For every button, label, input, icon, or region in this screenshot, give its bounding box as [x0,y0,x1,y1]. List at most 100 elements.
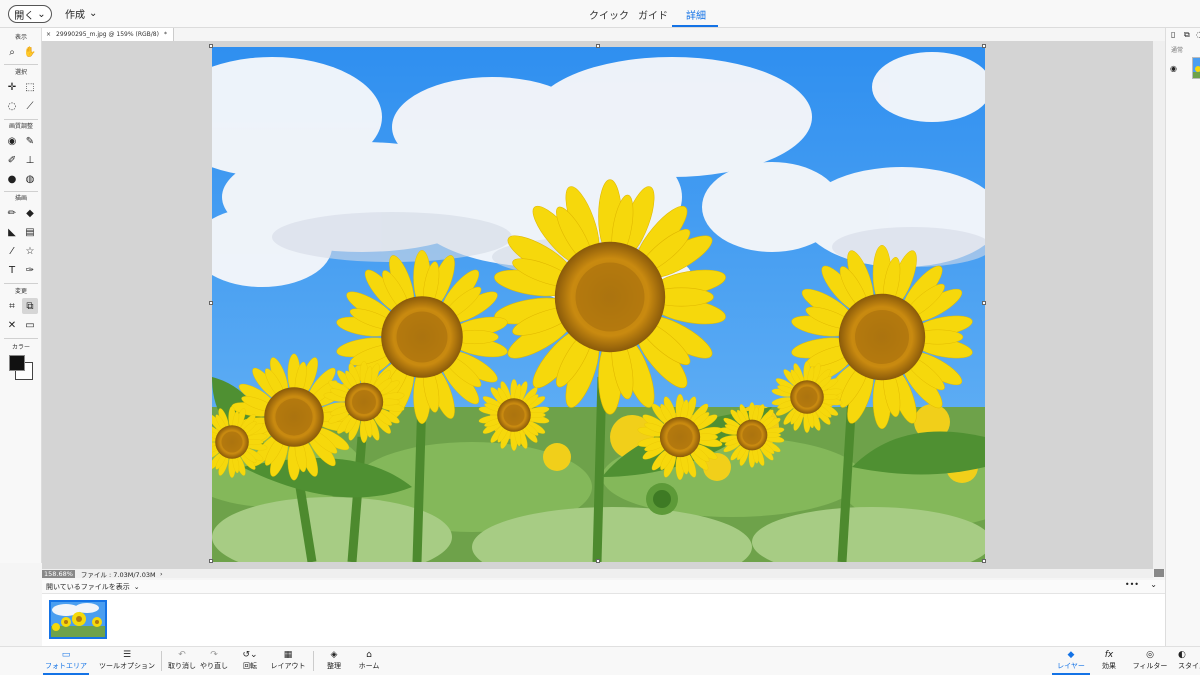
transform-handle[interactable] [982,559,986,563]
styles-icon: ◐ [1178,650,1186,660]
filters-button[interactable]: ◎ フィルター [1130,649,1170,675]
chevron-down-icon[interactable]: ⌄ [134,583,140,591]
chevron-right-icon[interactable]: › [160,570,163,578]
transform-handle[interactable] [982,301,986,305]
organizer-label: 整理 [327,662,341,670]
transform-handle[interactable] [209,559,213,563]
divider [161,651,162,671]
collapse-chevron-icon[interactable]: ⌄ [1150,580,1157,589]
layers-button[interactable]: ◆ レイヤー [1052,649,1090,675]
canvas-area[interactable] [42,41,1153,569]
transform-handle[interactable] [982,44,986,48]
tab-guided[interactable]: ガイド [638,7,668,22]
red-eye-tool-icon[interactable]: ◉ [4,133,20,149]
tab-quick[interactable]: クイック [589,7,629,22]
status-bar: 158.68% ファイル : 7.03M/7.03M › [42,569,1153,579]
blend-mode[interactable]: 通常 [1171,45,1183,54]
duplicate-layer-icon[interactable]: ⧉ [1184,30,1190,40]
open-button[interactable]: 開く ⌄ [8,5,52,23]
blur-tool-icon[interactable]: ● [4,171,20,187]
filters-label: フィルター [1132,662,1168,670]
hand-tool-icon[interactable]: ✋ [22,44,38,60]
redo-icon: ↷ [210,650,218,660]
active-tab-indicator [672,25,718,27]
modified-marker: * [163,31,167,38]
undo-button[interactable]: ↶ 取り消し [166,649,198,675]
photo-bin-button[interactable]: ▭ フォトエリア [43,649,89,675]
clone-stamp-icon[interactable]: ⊥ [22,152,38,168]
more-options-icon[interactable]: ••• [1125,580,1139,589]
gradient-tool-icon[interactable]: ▤ [22,224,38,240]
tool-options-button[interactable]: ☰ ツールオプション [96,649,158,675]
photoshop-elements-window: 開く ⌄ 作成 ⌄ クイック ガイド 詳細 表示 ⌕ ✋ 選択 ✛ ⬚ ◌ ⟋ … [0,0,1200,675]
marquee-tool-icon[interactable]: ⬚ [22,79,38,95]
layer-thumbnail-image [1193,58,1200,78]
foreground-color-swatch[interactable] [9,355,25,371]
photo-bin [42,594,1165,646]
pencil-tool-icon[interactable]: ✑ [22,262,38,278]
lasso-tool-icon[interactable]: ◌ [4,98,20,114]
divider [313,651,314,671]
create-menu[interactable]: 作成 ⌄ [65,6,97,21]
transform-handle[interactable] [209,301,213,305]
section-modify-label: 変更 [14,288,27,295]
styles-button[interactable]: ◐ スタイル [1178,649,1200,675]
show-open-files-label[interactable]: 開いているファイルを表示 [46,582,130,592]
rotate-label: 回転 [243,662,257,670]
transform-handle[interactable] [209,44,213,48]
straighten-tool-icon[interactable]: ▭ [22,317,38,333]
sponge-tool-icon[interactable]: ◍ [22,171,38,187]
eye-visibility-icon[interactable]: ◉ [1170,64,1177,73]
eraser-tool-icon[interactable]: ◆ [22,205,38,221]
vertical-scrollbar[interactable] [1153,41,1165,569]
section-color-label: カラー [11,344,30,351]
transform-handle[interactable] [596,559,600,563]
section-enhance-label: 画質調整 [8,123,33,130]
redo-button[interactable]: ↷ やり直し [198,649,230,675]
zoom-level[interactable]: 158.68% [42,569,75,578]
open-file-thumbnail[interactable] [49,600,107,639]
chevron-down-icon: ⌄ [37,8,46,20]
new-layer-icon[interactable]: ▯ [1171,30,1175,39]
layer-thumbnail[interactable] [1192,57,1200,79]
paint-bucket-icon[interactable]: ◣ [4,224,20,240]
scrollbar-thumb[interactable] [1154,569,1164,577]
photo-bin-label: フォトエリア [45,662,87,670]
tab-expert[interactable]: 詳細 [686,7,706,22]
photo-bin-header: 開いているファイルを表示 ⌄ ••• ⌄ [42,580,1165,594]
zoom-tool-icon[interactable]: ⌕ [4,44,20,60]
top-bar: 開く ⌄ 作成 ⌄ クイック ガイド 詳細 [0,0,1200,28]
content-aware-move-icon[interactable]: ✕ [4,317,20,333]
document-title: 29990295_m.jpg @ 159% (RGB/8) [56,31,159,38]
rotate-icon: ↺⌄ [242,650,258,660]
close-icon[interactable]: × [46,31,51,38]
chevron-down-icon: ⌄ [89,8,98,19]
organizer-button[interactable]: ◈ 整理 [320,649,348,675]
move-tool-icon[interactable]: ✛ [4,79,20,95]
sunflower-photo[interactable] [212,47,985,562]
type-tool-icon[interactable]: T [4,262,20,278]
custom-shape-icon[interactable]: ☆ [22,243,38,259]
eyedropper-icon[interactable]: ⁄ [4,243,20,259]
layer-options-icon[interactable]: ◌ [1196,30,1200,39]
open-label: 開く [14,10,35,22]
effects-button[interactable]: fx 効果 [1096,649,1122,675]
file-info: ファイル : 7.03M/7.03M [80,570,156,579]
home-button[interactable]: ⌂ ホーム [355,649,383,675]
smart-brush-icon[interactable]: ✐ [4,152,20,168]
divider [4,283,38,284]
brush-tool-icon[interactable]: ✏ [4,205,20,221]
quick-selection-tool-icon[interactable]: ⟋ [22,98,38,114]
spot-healing-brush-icon[interactable]: ✎ [22,133,38,149]
rotate-button[interactable]: ↺⌄ 回転 [236,649,264,675]
transform-handle[interactable] [596,44,600,48]
home-label: ホーム [358,662,380,670]
styles-label: スタイル [1178,662,1200,670]
divider [4,119,38,120]
layout-button[interactable]: ▦ レイアウト [269,649,307,675]
crop-tool-icon[interactable]: ⌗ [4,298,20,314]
undo-label: 取り消し [168,662,196,670]
recompose-tool-icon[interactable]: ⧉ [22,298,38,314]
document-tab[interactable]: × 29990295_m.jpg @ 159% (RGB/8) * [42,28,174,41]
fx-icon: fx [1104,650,1114,660]
